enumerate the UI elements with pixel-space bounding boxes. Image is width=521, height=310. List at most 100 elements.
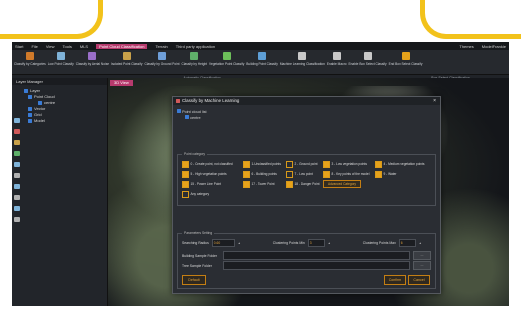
- spin-arrows-icon[interactable]: ▲: [238, 241, 241, 245]
- low-point-icon: [56, 52, 65, 60]
- classify-by-height-button[interactable]: Classify by Height: [182, 51, 207, 66]
- checkbox-icon[interactable]: [323, 170, 330, 178]
- dialog-titlebar: Classify by Machine Learning ×: [173, 97, 440, 105]
- tree-model[interactable]: Model: [16, 118, 107, 124]
- advanced-category-button[interactable]: Advanced Category: [323, 180, 361, 188]
- tool-icon[interactable]: [14, 162, 20, 167]
- tool-icon[interactable]: [14, 217, 20, 222]
- checkbox-icon[interactable]: [38, 101, 42, 105]
- classify-by-categories-button[interactable]: Classify by Categories: [14, 51, 46, 66]
- isolated-point-button[interactable]: Isolated Point Classify: [111, 51, 142, 66]
- checkbox-icon[interactable]: [28, 119, 32, 123]
- decorative-accent-right: [420, 0, 521, 39]
- menu-third-party[interactable]: Third party application: [176, 44, 215, 49]
- menu-tools[interactable]: Tools: [63, 44, 72, 49]
- checkbox-icon[interactable]: [243, 170, 250, 178]
- tool-icon[interactable]: [14, 151, 20, 156]
- checkbox-icon[interactable]: [182, 180, 189, 188]
- machine-learning-button[interactable]: Machine Learning Classification: [280, 51, 325, 66]
- decorative-accent-left: [0, 0, 103, 39]
- menu-mls[interactable]: MLS: [80, 44, 88, 49]
- vegetation-icon: [222, 52, 231, 60]
- tree-folder-label: Tree Sample Folder: [182, 263, 212, 268]
- vegetation-point-button[interactable]: Vegetation Point Classify: [209, 51, 244, 66]
- checkbox-icon[interactable]: [286, 170, 293, 178]
- point-cloud-list: Point cloud list centre: [177, 109, 207, 121]
- building-point-button[interactable]: Building Point Classify: [246, 51, 278, 66]
- category-2[interactable]: 2 - Ground point: [286, 160, 320, 168]
- category-18[interactable]: 18 - Danger Point: [286, 180, 320, 188]
- checkbox-icon[interactable]: [24, 89, 28, 93]
- themes-menu[interactable]: Themes: [459, 44, 473, 49]
- low-point-classify-button[interactable]: Low Point Classify: [48, 51, 74, 66]
- checkbox-icon[interactable]: [286, 180, 293, 188]
- menu-terrain[interactable]: Terrain: [155, 44, 167, 49]
- macro-icon: [332, 52, 341, 60]
- user-menu[interactable]: ModelFrankie: [482, 44, 506, 49]
- category-17[interactable]: 17 - Tower Point: [243, 180, 283, 188]
- aerial-noise-button[interactable]: Classify by Aerial Noise: [76, 51, 109, 66]
- list-item[interactable]: centre: [177, 115, 207, 121]
- category-8[interactable]: 8 - Key points of the model: [323, 170, 372, 178]
- category-15[interactable]: 15 - Power Line Point: [182, 180, 240, 188]
- building-browse-button[interactable]: ...: [413, 251, 431, 260]
- default-button[interactable]: Default: [182, 275, 206, 285]
- tool-icon[interactable]: [14, 118, 20, 123]
- tool-icon[interactable]: [14, 129, 20, 134]
- category-6[interactable]: 6 - Building points: [243, 170, 283, 178]
- tree-folder-input[interactable]: [223, 261, 410, 270]
- category-3[interactable]: 3 - Low vegetation points: [323, 160, 372, 168]
- menu-point-cloud-classification[interactable]: Point Cloud Classification: [96, 43, 148, 49]
- layer-tree: Layer Point Cloud centre Vector Grid Mod…: [12, 85, 107, 124]
- category-9[interactable]: 9 - Water: [375, 170, 431, 178]
- menu-view[interactable]: View: [46, 44, 55, 49]
- tab-3d-view[interactable]: 3D View: [110, 80, 133, 86]
- tool-icon[interactable]: [14, 206, 20, 211]
- checkbox-icon[interactable]: [243, 180, 250, 188]
- searching-radius-input[interactable]: 0.60: [211, 239, 235, 247]
- tree-browse-button[interactable]: ...: [413, 261, 431, 270]
- tool-icon[interactable]: [14, 184, 20, 189]
- confirm-button[interactable]: Confirm: [384, 275, 406, 285]
- tool-icon[interactable]: [14, 173, 20, 178]
- enable-macro-button[interactable]: Enable Macro: [327, 51, 347, 66]
- checkbox-icon[interactable]: [177, 109, 181, 113]
- building-folder-label: Building Sample Folder: [182, 253, 218, 258]
- checkbox-icon[interactable]: [28, 107, 32, 111]
- checkbox-icon[interactable]: [243, 160, 250, 168]
- checkbox-icon[interactable]: [182, 190, 189, 198]
- checkbox-icon[interactable]: [182, 170, 189, 178]
- clustering-min-label: Clustering Points Min: [272, 241, 305, 245]
- close-icon[interactable]: ×: [433, 97, 436, 105]
- checkbox-icon[interactable]: [182, 160, 189, 168]
- spin-arrows-icon[interactable]: ▲: [419, 241, 422, 245]
- tool-icon[interactable]: [14, 195, 20, 200]
- cancel-button[interactable]: Cancel: [408, 275, 430, 285]
- tool-icon[interactable]: [14, 140, 20, 145]
- checkbox-icon[interactable]: [185, 115, 189, 119]
- menu-start[interactable]: Start: [15, 44, 23, 49]
- enable-box-select-button[interactable]: Enable Box Select Classify: [349, 51, 387, 66]
- category-4[interactable]: 4 - Medium vegetation points: [375, 160, 431, 168]
- checkbox-icon[interactable]: [286, 160, 293, 168]
- building-folder-input[interactable]: [223, 251, 410, 260]
- category-0[interactable]: 0 - Create point, not classified: [182, 160, 240, 168]
- category-any[interactable]: Any category: [182, 190, 240, 198]
- ground-point-button[interactable]: Classify by Ground Point: [144, 51, 180, 66]
- spin-arrows-icon[interactable]: ▲: [328, 241, 331, 245]
- checkbox-icon[interactable]: [323, 160, 330, 168]
- parameters-fieldset: Parameters Setting Searching Radius 0.60…: [177, 231, 436, 289]
- category-5[interactable]: 5 - High vegetation points: [182, 170, 240, 178]
- machine-learning-icon: [298, 52, 307, 60]
- category-1[interactable]: 1-Unclassified points: [243, 160, 283, 168]
- end-box-select-button[interactable]: End Box Select Classify: [389, 51, 422, 66]
- clustering-max-input[interactable]: 6: [398, 239, 416, 247]
- menu-file[interactable]: File: [31, 44, 37, 49]
- checkbox-icon[interactable]: [375, 160, 382, 168]
- clustering-min-input[interactable]: 3: [307, 239, 325, 247]
- category-7[interactable]: 7 - Low point: [286, 170, 320, 178]
- checkbox-icon[interactable]: [28, 95, 32, 99]
- checkbox-icon[interactable]: [28, 113, 32, 117]
- height-icon: [190, 52, 199, 60]
- checkbox-icon[interactable]: [375, 170, 382, 178]
